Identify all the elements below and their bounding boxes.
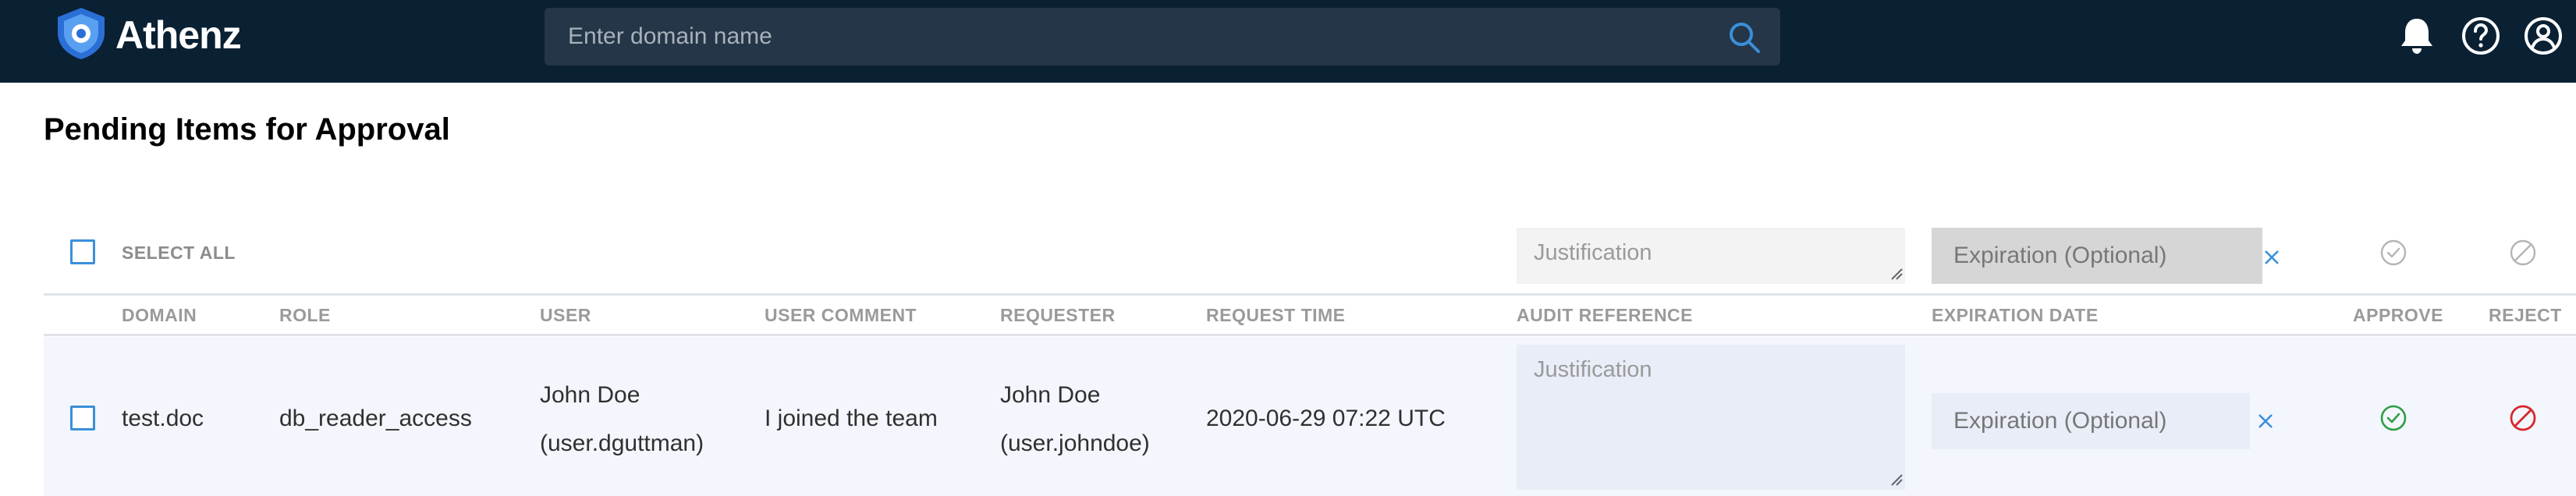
column-header-audit-reference: AUDIT REFERENCE bbox=[1517, 305, 1694, 325]
resize-grip-icon[interactable] bbox=[1889, 267, 1904, 281]
bulk-reject-icon[interactable] bbox=[2509, 239, 2537, 267]
select-all-label[interactable]: SELECT ALL bbox=[122, 243, 236, 264]
brand-name[interactable]: Athenz bbox=[115, 12, 242, 58]
column-header-role: ROLE bbox=[279, 305, 331, 325]
help-icon[interactable] bbox=[2459, 14, 2503, 58]
column-header-requester: REQUESTER bbox=[1000, 305, 1116, 325]
row-domain[interactable]: test.doc bbox=[122, 406, 204, 432]
column-header-user: USER bbox=[540, 305, 591, 325]
domain-search bbox=[545, 8, 1780, 66]
column-header-domain: DOMAIN bbox=[122, 305, 197, 325]
row-approve-icon[interactable] bbox=[2379, 404, 2407, 432]
user-profile-icon[interactable] bbox=[2521, 14, 2565, 58]
row-resize-grip-icon[interactable] bbox=[1889, 473, 1904, 487]
row-requester-id: (user.johndoe) bbox=[1000, 430, 1150, 456]
header-divider bbox=[44, 293, 2576, 296]
column-header-divider bbox=[44, 334, 2576, 336]
row-justification-input[interactable] bbox=[1517, 345, 1905, 490]
row-requester-name: John Doe bbox=[1000, 382, 1101, 408]
column-header-user-comment: USER COMMENT bbox=[765, 305, 917, 325]
row-user-name: John Doe bbox=[540, 382, 640, 408]
bell-icon[interactable] bbox=[2395, 14, 2439, 58]
column-header-approve: APPROVE bbox=[2353, 305, 2443, 325]
top-nav-bar: Athenz bbox=[0, 0, 2576, 83]
search-icon[interactable] bbox=[1727, 20, 1762, 55]
domain-search-input[interactable] bbox=[568, 8, 1723, 66]
bulk-expiration-input[interactable] bbox=[1932, 228, 2262, 284]
row-reject-icon[interactable] bbox=[2509, 404, 2537, 432]
row-select-checkbox[interactable] bbox=[70, 406, 95, 430]
row-user-comment: I joined the team bbox=[765, 406, 938, 431]
row-role[interactable]: db_reader_access bbox=[279, 406, 472, 432]
column-header-reject: REJECT bbox=[2489, 305, 2562, 325]
row-expiration-input[interactable] bbox=[1932, 393, 2250, 449]
row-clear-expiration-icon[interactable] bbox=[2256, 412, 2275, 430]
row-user-id: (user.dguttman) bbox=[540, 430, 704, 456]
athenz-logo-icon[interactable] bbox=[53, 6, 109, 61]
bulk-approve-icon[interactable] bbox=[2379, 239, 2407, 267]
select-all-checkbox[interactable] bbox=[70, 239, 95, 264]
bulk-clear-expiration-icon[interactable] bbox=[2262, 248, 2281, 267]
page-title: Pending Items for Approval bbox=[44, 112, 450, 147]
column-header-request-time: REQUEST TIME bbox=[1206, 305, 1346, 325]
column-header-expiration-date: EXPIRATION DATE bbox=[1932, 305, 2099, 325]
row-request-time: 2020-06-29 07:22 UTC bbox=[1206, 406, 1446, 431]
bulk-justification-input[interactable] bbox=[1517, 228, 1905, 284]
